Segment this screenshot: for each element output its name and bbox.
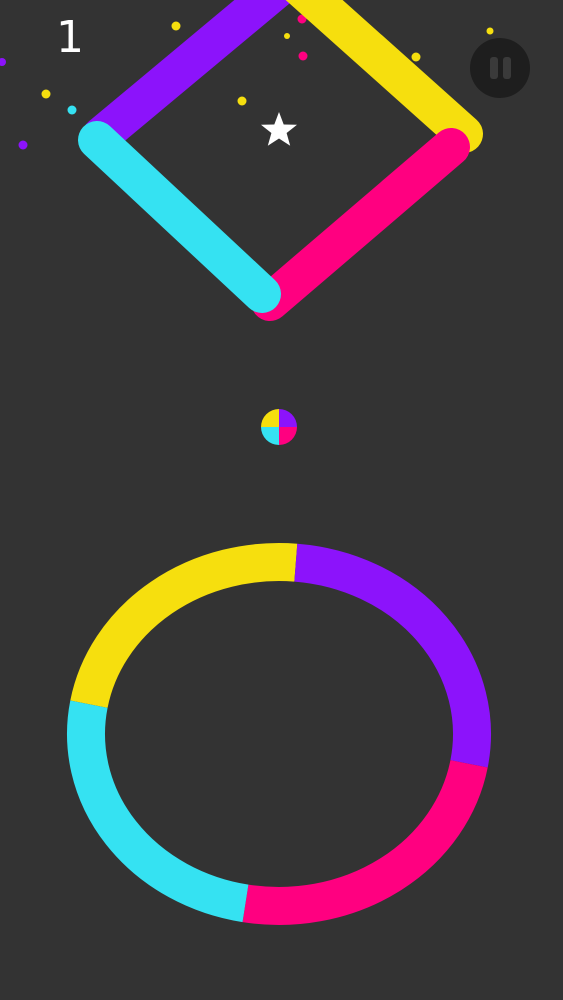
particle: [18, 140, 28, 150]
particle: [237, 96, 247, 106]
star-icon: [261, 112, 297, 146]
particle: [411, 52, 421, 62]
pause-icon: [489, 57, 511, 79]
particle: [284, 33, 290, 39]
particle: [298, 51, 308, 61]
score-counter: 1: [56, 12, 84, 63]
ring-segment-pink: [242, 759, 488, 925]
particle: [67, 105, 77, 115]
square-obstacle: [78, 0, 483, 321]
particle: [486, 27, 494, 35]
player-ball: [261, 409, 297, 445]
particle: [0, 58, 6, 66]
pause-button[interactable]: [470, 38, 530, 98]
ring-obstacle: [67, 543, 491, 925]
ring-segment-yellow: [70, 543, 298, 709]
square-segment-yellow: [285, 0, 483, 153]
square-segment-pink: [251, 128, 470, 321]
ring-segment-purple: [294, 543, 491, 768]
game-canvas[interactable]: [0, 0, 563, 1000]
square-segment-cyan: [78, 121, 281, 313]
ring-segment-cyan: [67, 700, 249, 923]
square-segment-purple: [82, 0, 294, 155]
particle: [171, 21, 181, 31]
particle: [41, 89, 51, 99]
